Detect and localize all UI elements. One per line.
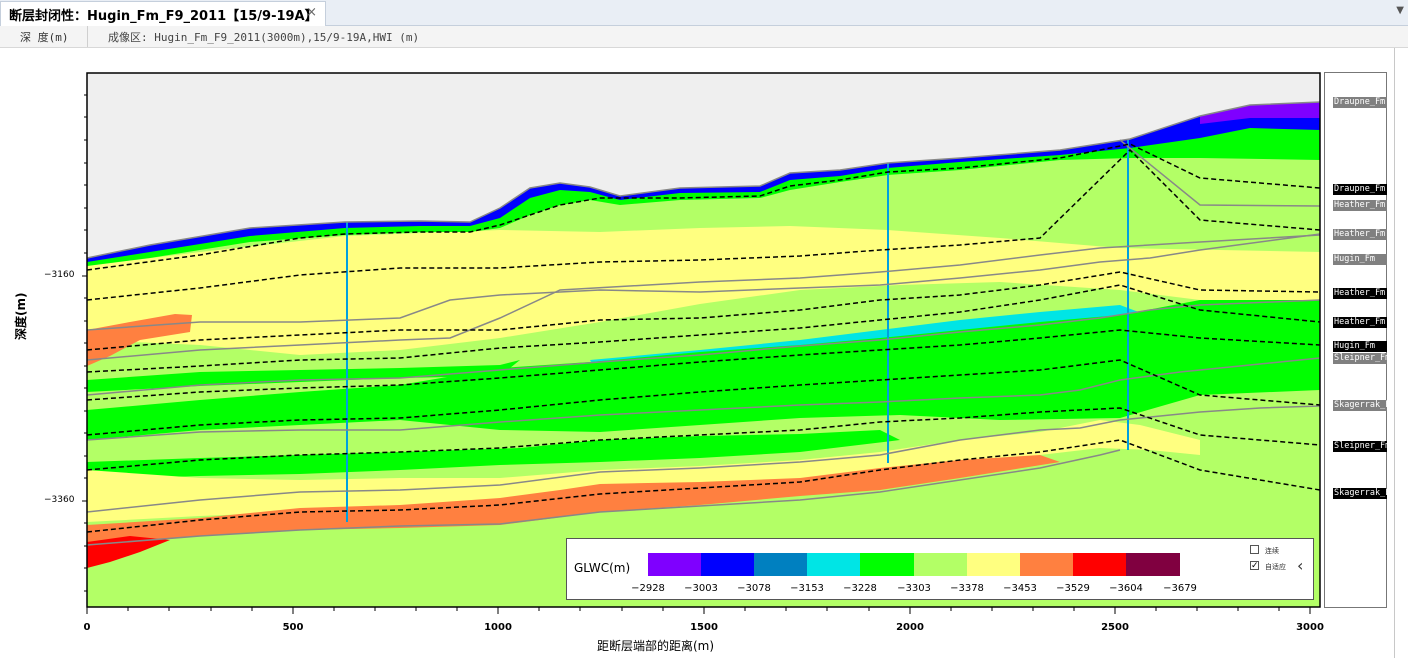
horizon-label[interactable]: Heather_Fm — [1333, 288, 1387, 299]
x-tick-label: 1500 — [690, 622, 718, 633]
horizon-label[interactable]: Hugin_Fm — [1333, 254, 1387, 265]
legend-swatch — [1020, 553, 1073, 576]
well-trace — [346, 222, 348, 522]
legend-tick-label: −3529 — [1056, 583, 1090, 594]
legend-swatch — [648, 553, 701, 576]
horizon-label[interactable]: Heather_Fm — [1333, 317, 1387, 328]
continuous-checkbox[interactable] — [1250, 545, 1259, 554]
color-legend: GLWC(m) −2928 −3003 −3078 −3153 −3228 −3… — [566, 538, 1314, 600]
legend-swatch — [754, 553, 807, 576]
x-tick-label: 500 — [282, 622, 304, 633]
legend-tick-label: −2928 — [631, 583, 665, 594]
legend-tick-label: −3003 — [684, 583, 718, 594]
continuous-checkbox-label: 连续 — [1265, 547, 1279, 555]
legend-swatch — [1073, 553, 1126, 576]
x-axis-label: 距断层端部的距离(m) — [597, 639, 715, 653]
legend-swatch — [1126, 553, 1180, 576]
legend-tick-label: −3378 — [950, 583, 984, 594]
collapse-legend-icon[interactable]: ‹ — [1297, 556, 1303, 575]
legend-swatch — [914, 553, 967, 576]
horizon-label[interactable]: Heather_Fm — [1333, 200, 1387, 211]
legend-tick-label: −3604 — [1109, 583, 1143, 594]
legend-swatch — [860, 553, 914, 576]
y-tick-label: −3160 — [44, 270, 75, 280]
legend-tick-label: −3453 — [1003, 583, 1037, 594]
adaptive-checkbox[interactable]: ✓ — [1250, 561, 1259, 571]
horizon-label[interactable]: Draupne_Fm — [1333, 97, 1387, 108]
legend-tick-label: −3078 — [737, 583, 771, 594]
x-axis-ticks — [86, 607, 1311, 614]
x-tick-label: 2500 — [1101, 622, 1129, 633]
legend-tick-label: −3228 — [843, 583, 877, 594]
x-tick-label: 3000 — [1296, 622, 1324, 633]
horizon-label[interactable]: Sleipner_Fm — [1333, 441, 1387, 452]
legend-swatch — [967, 553, 1020, 576]
adaptive-checkbox-label: 自适应 — [1265, 563, 1286, 571]
horizon-label[interactable]: Draupne_Fm — [1333, 184, 1387, 195]
y-tick-label: −3360 — [44, 495, 75, 505]
legend-tick-label: −3303 — [897, 583, 931, 594]
horizon-label[interactable]: Heather_Fm — [1333, 229, 1387, 240]
x-tick-label: 2000 — [896, 622, 924, 633]
horizon-label-panel: Draupne_Fm Draupne_Fm Heather_Fm Heather… — [1324, 72, 1387, 608]
horizon-label[interactable]: Sleipner_Fm — [1333, 353, 1387, 364]
legend-swatch — [807, 553, 860, 576]
well-trace — [1127, 140, 1129, 450]
legend-tick-label: −3153 — [790, 583, 824, 594]
horizon-label[interactable]: Skagerrak_Fm — [1333, 488, 1387, 499]
horizon-label[interactable]: Hugin_Fm — [1333, 341, 1387, 352]
legend-tick-label: −3679 — [1163, 583, 1197, 594]
x-tick-label: 1000 — [484, 622, 512, 633]
y-axis-label: 深度(m) — [14, 292, 28, 340]
x-tick-label: 0 — [83, 622, 91, 633]
horizon-label[interactable]: Skagerrak_Fm — [1333, 400, 1387, 411]
legend-title: GLWC(m) — [574, 561, 631, 575]
well-trace — [887, 163, 889, 463]
legend-swatch — [701, 553, 754, 576]
